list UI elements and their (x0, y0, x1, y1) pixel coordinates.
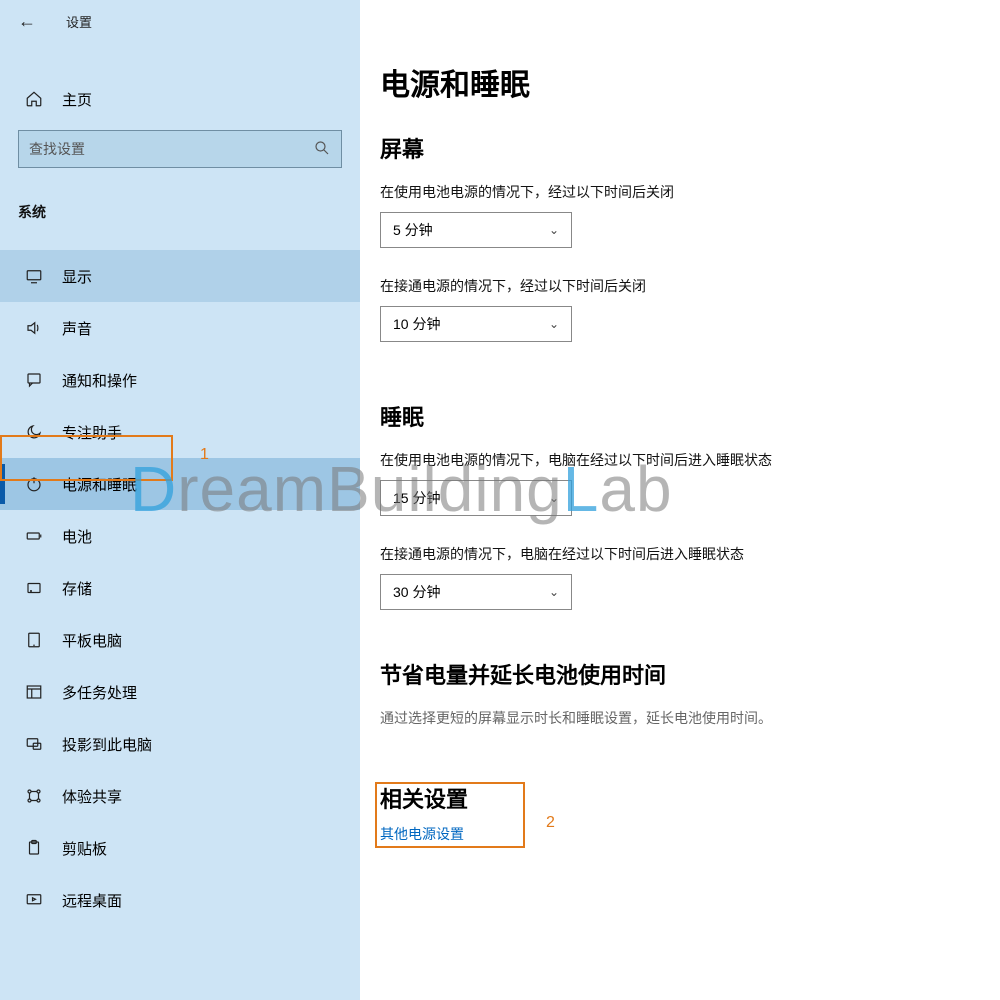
sidebar-item-label: 通知和操作 (62, 370, 137, 391)
sidebar-item-power[interactable]: 电源和睡眠 (0, 458, 360, 510)
sidebar-item-notifications[interactable]: 通知和操作 (0, 354, 360, 406)
chevron-down-icon: ⌄ (549, 491, 559, 505)
storage-icon (22, 579, 46, 597)
sidebar-nav: 显示 声音 通知和操作 专注助手 电源和睡眠 电池 存储 平板电脑 (0, 250, 360, 926)
screen-plugged-value: 10 分钟 (393, 314, 440, 334)
sidebar-item-label: 剪贴板 (62, 838, 107, 859)
screen-plugged-select[interactable]: 10 分钟 ⌄ (380, 306, 572, 342)
focus-icon (22, 423, 46, 441)
sidebar-item-storage[interactable]: 存储 (0, 562, 360, 614)
sidebar: ← 设置 主页 查找设置 系统 显示 声音 通知和操作 专注助手 (0, 0, 360, 1000)
sidebar-item-label: 电池 (62, 526, 92, 547)
sidebar-item-label: 平板电脑 (62, 630, 122, 651)
sidebar-item-tablet[interactable]: 平板电脑 (0, 614, 360, 666)
screen-heading: 屏幕 (380, 132, 1000, 164)
sleep-plugged-value: 30 分钟 (393, 582, 440, 602)
save-desc: 通过选择更短的屏幕显示时长和睡眠设置，延长电池使用时间。 (380, 708, 1000, 728)
title-bar: ← 设置 (0, 0, 360, 42)
sidebar-home[interactable]: 主页 (0, 78, 360, 120)
display-icon (22, 267, 46, 285)
chevron-down-icon: ⌄ (549, 223, 559, 237)
sidebar-item-label: 投影到此电脑 (62, 734, 152, 755)
chevron-down-icon: ⌄ (549, 317, 559, 331)
sidebar-item-label: 专注助手 (62, 422, 122, 443)
sidebar-home-label: 主页 (62, 89, 92, 110)
power-icon (22, 475, 46, 493)
sidebar-item-display[interactable]: 显示 (0, 250, 360, 302)
sidebar-item-clipboard[interactable]: 剪贴板 (0, 822, 360, 874)
search-icon (313, 139, 331, 160)
sidebar-item-share[interactable]: 体验共享 (0, 770, 360, 822)
sidebar-item-label: 多任务处理 (62, 682, 137, 703)
related-link-other-power[interactable]: 其他电源设置 (380, 824, 1000, 844)
sidebar-item-label: 体验共享 (62, 786, 122, 807)
save-heading: 节省电量并延长电池使用时间 (380, 658, 1000, 690)
sidebar-item-sound[interactable]: 声音 (0, 302, 360, 354)
sidebar-item-label: 显示 (62, 266, 92, 287)
related-heading: 相关设置 (380, 782, 1000, 814)
home-icon (22, 90, 46, 108)
sidebar-item-multitask[interactable]: 多任务处理 (0, 666, 360, 718)
sleep-heading: 睡眠 (380, 400, 1000, 432)
project-icon (22, 735, 46, 753)
search-placeholder: 查找设置 (29, 139, 313, 159)
sleep-plugged-label: 在接通电源的情况下，电脑在经过以下时间后进入睡眠状态 (380, 544, 1000, 564)
search-input[interactable]: 查找设置 (18, 130, 342, 168)
screen-battery-select[interactable]: 5 分钟 ⌄ (380, 212, 572, 248)
sleep-battery-value: 15 分钟 (393, 488, 440, 508)
sidebar-item-remote[interactable]: 远程桌面 (0, 874, 360, 926)
clipboard-icon (22, 839, 46, 857)
content-area: 电源和睡眠 屏幕 在使用电池电源的情况下，经过以下时间后关闭 5 分钟 ⌄ 在接… (360, 0, 1000, 1000)
sidebar-item-label: 远程桌面 (62, 890, 122, 911)
notify-icon (22, 371, 46, 389)
sleep-battery-select[interactable]: 15 分钟 ⌄ (380, 480, 572, 516)
sound-icon (22, 319, 46, 337)
screen-plugged-label: 在接通电源的情况下，经过以下时间后关闭 (380, 276, 1000, 296)
multitask-icon (22, 683, 46, 701)
sleep-plugged-select[interactable]: 30 分钟 ⌄ (380, 574, 572, 610)
remote-icon (22, 891, 46, 909)
sidebar-item-label: 电源和睡眠 (62, 474, 137, 495)
sidebar-item-label: 存储 (62, 578, 92, 599)
sidebar-group-title: 系统 (0, 168, 360, 230)
page-title: 电源和睡眠 (380, 60, 1000, 104)
chevron-down-icon: ⌄ (549, 585, 559, 599)
sidebar-item-battery[interactable]: 电池 (0, 510, 360, 562)
sidebar-item-focus[interactable]: 专注助手 (0, 406, 360, 458)
sleep-battery-label: 在使用电池电源的情况下，电脑在经过以下时间后进入睡眠状态 (380, 450, 1000, 470)
back-icon[interactable]: ← (18, 11, 36, 32)
screen-battery-label: 在使用电池电源的情况下，经过以下时间后关闭 (380, 182, 1000, 202)
sidebar-item-project[interactable]: 投影到此电脑 (0, 718, 360, 770)
screen-battery-value: 5 分钟 (393, 220, 433, 240)
battery-icon (22, 527, 46, 545)
tablet-icon (22, 631, 46, 649)
share-icon (22, 787, 46, 805)
window-title: 设置 (66, 12, 92, 31)
sidebar-item-label: 声音 (62, 318, 92, 339)
